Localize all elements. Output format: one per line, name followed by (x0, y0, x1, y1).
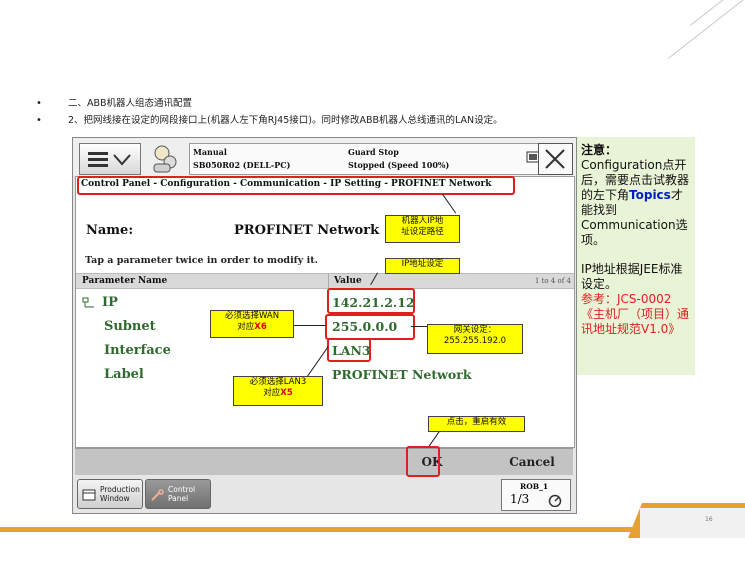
task-fraction: 1/3 (510, 492, 530, 506)
note-topics-keyword: Topics (629, 188, 671, 202)
slide-bullets: • 二、ABB机器人组态通讯配置 • 2、把网线接在设定的网段接口上(机器人左下… (36, 97, 676, 131)
close-icon (545, 149, 565, 169)
bullet-dot: • (36, 115, 42, 126)
production-window-icon (82, 489, 96, 501)
callout-leader (292, 325, 326, 326)
note-title: 注意： (581, 143, 618, 157)
callout-path: 机器人IP地 址设定路径 (385, 215, 460, 243)
table-row[interactable]: Label PROFINET Network (76, 363, 574, 385)
bullet-item: • 2、把网线接在设定的网段接口上(机器人左下角RJ45接口)。同时修改ABB机… (36, 114, 676, 131)
ok-button-highlight (406, 446, 440, 477)
note-paragraph: IP地址根据JEE标准设定。 (581, 262, 683, 291)
controller-name: SB050R02 (DELL-PC) (193, 160, 291, 170)
column-header-name: Parameter Name (82, 276, 168, 286)
subnet-value-highlight (325, 314, 415, 340)
instruction-text: Tap a parameter twice in order to modify… (85, 255, 318, 266)
decorative-line (668, 0, 745, 59)
param-name: Interface (104, 343, 171, 358)
controller-detail: Stopped (Speed 100%) (348, 160, 450, 170)
task-control-panel[interactable]: Control Panel (145, 479, 211, 509)
name-label: Name: (86, 223, 134, 238)
table-header: Parameter Name Value 1 to 4 of 4 (76, 273, 574, 289)
callout-wan-port: X6 (254, 322, 267, 332)
taskbar: Production Window Control Panel ROB_1 1/… (73, 475, 576, 513)
param-name: Label (104, 367, 144, 382)
footer-accent-bar (0, 527, 640, 532)
wrench-icon (151, 489, 164, 501)
note-panel: 注意： Configuration点开后，需要点击试教器的左下角Topics才能… (577, 137, 695, 375)
callout-leader (411, 326, 427, 327)
column-header-value: Value (334, 276, 362, 286)
callout-lan3: 必须选择LAN3 对应X5 (233, 376, 323, 406)
ip-value-highlight (327, 288, 415, 314)
status-bar[interactable]: Manual SB050R02 (DELL-PC) Guard Stop Sto… (189, 143, 561, 175)
pendant-header: Manual SB050R02 (DELL-PC) Guard Stop Sto… (73, 138, 576, 176)
ip-setting-view: Control Panel - Configuration - Communic… (75, 176, 575, 448)
abb-menu-button[interactable] (79, 143, 141, 175)
callout-lan3-text: 必须选择LAN3 对应 (249, 377, 307, 398)
task-label: Control Panel (168, 485, 196, 503)
bullet-text: 2、把网线接在设定的网段接口上(机器人左下角RJ45接口)。同时修改ABB机器人… (68, 115, 503, 126)
callout-restart: 点击，重启有效 (428, 416, 525, 432)
bullet-text: 二、ABB机器人组态通讯配置 (68, 98, 193, 109)
menu-icon (88, 152, 131, 167)
task-label: Production Window (100, 485, 140, 503)
command-bar: OK Cancel (75, 448, 573, 475)
controller-state: Guard Stop (348, 147, 399, 157)
callout-wan: 必须选择WAN 对应X6 (210, 310, 294, 338)
param-name: IP (102, 295, 118, 310)
callout-lan3-port: X5 (280, 388, 293, 398)
operating-mode: Manual (193, 147, 227, 157)
param-name: Subnet (104, 319, 156, 334)
quickset-button[interactable]: ROB_1 1/3 (501, 479, 571, 511)
callout-wan-text: 必须选择WAN 对应 (224, 311, 280, 332)
robot-speed-icon (548, 494, 562, 507)
task-production-window[interactable]: Production Window (77, 479, 143, 509)
note-spacer (581, 248, 693, 262)
bullet-item: • 二、ABB机器人组态通讯配置 (36, 97, 676, 114)
note-paragraph: Configuration点开后，需要点击试教器的左下角Topics才能找到Co… (581, 158, 693, 248)
bullet-dot: • (36, 98, 42, 109)
robot-name: ROB_1 (520, 482, 549, 491)
name-value: PROFINET Network (234, 223, 380, 238)
close-button[interactable] (538, 143, 573, 175)
footer-page-box (640, 508, 745, 538)
note-content: 注意： Configuration点开后，需要点击试教器的左下角Topics才能… (581, 143, 693, 337)
column-divider (328, 274, 329, 288)
cancel-button[interactable]: Cancel (491, 449, 573, 475)
tree-node-icon (82, 297, 94, 308)
callout-ip: IP地址设定 (385, 258, 460, 274)
table-row[interactable]: IP 142.21.2.12 (76, 291, 574, 313)
operator-icon[interactable] (149, 142, 183, 174)
callout-gateway: 网关设定： 255.255.192.0 (427, 324, 523, 354)
note-reference: 参考：JCS-0002《主机厂（项目）通讯地址规范V1.0》 (581, 292, 690, 336)
page-number: 16 (705, 516, 713, 523)
interface-value-highlight (327, 338, 371, 362)
row-count: 1 to 4 of 4 (534, 277, 571, 285)
breadcrumb-highlight (77, 176, 515, 195)
param-value: PROFINET Network (332, 367, 472, 382)
